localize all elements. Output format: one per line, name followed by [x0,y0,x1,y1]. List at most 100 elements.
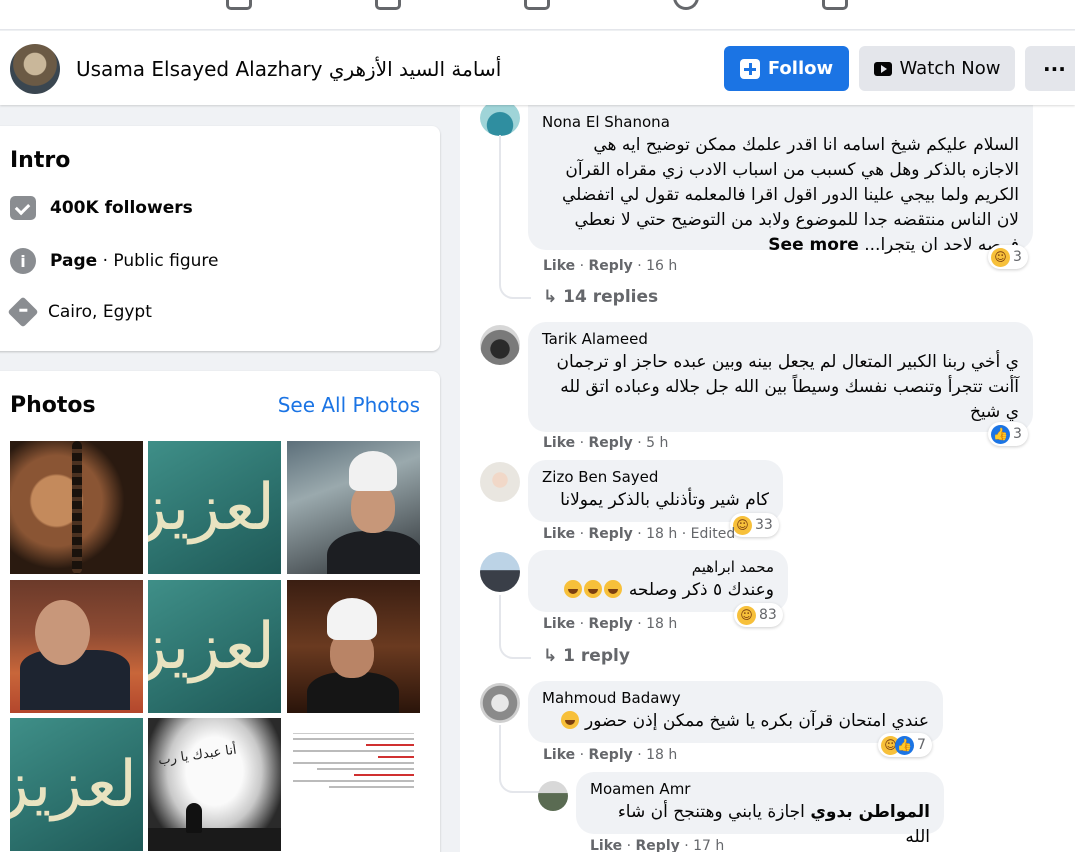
profile-avatar[interactable] [10,44,60,94]
photo-thumbnail[interactable] [10,580,143,713]
commenter-avatar[interactable] [480,325,520,365]
like-reaction-icon: 👍 [991,424,1010,444]
followers-check-icon [10,196,36,220]
comment-actions: Like · Reply · 17 h [590,838,725,852]
like-reaction-icon: 👍 [895,735,914,755]
reply-arrow-icon: ↳ [543,646,558,666]
watch-now-label: Watch Now [899,58,1001,79]
reaction-count[interactable]: ☺ 3 [988,245,1028,269]
intro-page-row: i Page · Public figure [10,248,218,274]
haha-reaction-icon: ☺ [733,515,752,535]
photos-card: Photos See All Photos العزيز العزيز العز… [0,371,440,852]
photo-thumbnail[interactable] [10,441,143,574]
commenter-avatar[interactable] [480,552,520,592]
commenter-avatar[interactable] [480,462,520,502]
comment-bubble: Tarik Alameed ي أخي ربنا الكبير المتعال … [528,322,1033,432]
see-more-link[interactable]: See more [768,235,859,255]
view-replies-link[interactable]: ↳ 1 reply [543,646,630,666]
thread-line [499,595,531,659]
edited-label: Edited [690,526,736,542]
photo-thumbnail[interactable] [287,441,420,574]
photos-title: Photos [10,393,96,418]
like-link[interactable]: Like [543,616,575,632]
like-link[interactable]: Like [590,838,622,852]
haha-reaction-icon: ☺ [737,605,756,625]
laughing-emoji-icon [604,580,623,598]
followers-count[interactable]: 400K followers [50,198,193,218]
comment-actions: Like · Reply · 18 h · Edited [543,526,736,542]
page-category: · Public figure [97,251,219,271]
profile-header: Usama Elsayed Alazhary أسامة السيد الأزه… [0,31,1075,105]
intro-title: Intro [10,148,71,173]
like-link[interactable]: Like [543,526,575,542]
like-link[interactable]: Like [543,258,575,274]
see-all-photos-link[interactable]: See All Photos [278,393,420,417]
comment-text: عندي امتحان قرآن بكره يا شيخ ممكن إذن حض… [542,709,929,734]
photo-thumbnail[interactable]: العزيز [10,718,143,851]
reaction-count[interactable]: ☺ 83 [734,603,783,627]
commenter-name[interactable]: Mahmoud Badawy [542,689,929,707]
calligraphy-text: العزيز [148,609,281,684]
mentioned-user-link[interactable]: المواطن بدوي [810,802,930,822]
home-icon[interactable] [226,0,252,10]
comment-actions: Like · Reply · 18 h [543,616,678,632]
commenter-avatar[interactable] [480,683,520,723]
photo-caption: أنا عبدك يا رب [157,742,238,769]
commenter-avatar[interactable] [538,781,568,811]
photo-thumbnail[interactable] [287,580,420,713]
reply-link[interactable]: Reply [589,616,633,632]
photo-thumbnail[interactable]: أنا عبدك يا رب [148,718,281,851]
marketplace-icon[interactable] [524,0,550,10]
reply-link[interactable]: Reply [589,747,633,763]
comment-text: ي أخي ربنا الكبير المتعال لم يجعل بينه و… [556,352,1019,422]
reaction-count[interactable]: ☺ 33 [730,513,779,537]
comment-text: السلام عليكم شيخ اسامه انا اقدر علمك ممك… [561,135,1019,255]
reply-link[interactable]: Reply [589,258,633,274]
comment-time[interactable]: 18 h [646,616,677,632]
comment-time[interactable]: 17 h [693,838,724,852]
commenter-avatar[interactable] [480,105,520,136]
photo-thumbnail[interactable] [287,718,420,851]
comment-time[interactable]: 5 h [646,435,668,451]
reaction-count[interactable]: 👍 3 [988,422,1028,446]
commenter-name[interactable]: Zizo Ben Sayed [542,468,769,486]
follow-plus-icon [739,58,760,79]
intro-location-row: Cairo, Egypt [7,296,152,328]
comment-text: وعندك ٥ ذكر وصلحه [542,578,774,603]
view-replies-link[interactable]: ↳ 14 replies [543,287,658,307]
comment-time[interactable]: 18 h [646,526,677,542]
follow-button[interactable]: Follow [724,46,849,91]
commenter-name[interactable]: Nona El Shanona [542,113,1019,131]
photo-thumbnail[interactable]: العزيز [148,441,281,574]
reply-link[interactable]: Reply [589,435,633,451]
comment-text: كام شير وتأذنلي بالذكر يمولانا [560,490,769,510]
intro-followers-row: 400K followers [10,196,193,220]
reply-link[interactable]: Reply [589,526,633,542]
comment-actions: Like · Reply · 5 h [543,435,669,451]
like-link[interactable]: Like [543,435,575,451]
like-link[interactable]: Like [543,747,575,763]
video-play-icon [873,61,892,76]
commenter-name[interactable]: Moamen Amr [590,780,930,798]
comment-time[interactable]: 18 h [646,747,677,763]
commenter-name[interactable]: Tarik Alameed [542,330,1019,348]
groups-icon[interactable] [673,0,699,10]
comments-panel: Nona El Shanona السلام عليكم شيخ اسامه ا… [460,105,1075,852]
watch-now-button[interactable]: Watch Now [859,46,1015,91]
commenter-name[interactable]: محمد ابراهيم [542,558,774,576]
follow-label: Follow [767,58,834,79]
reaction-count[interactable]: ☺ 👍 7 [878,733,932,757]
calligraphy-text: العزيز [10,747,143,822]
profile-name[interactable]: Usama Elsayed Alazhary أسامة السيد الأزه… [76,57,501,81]
more-dots-icon: ··· [1043,56,1066,81]
photo-thumbnail[interactable]: العزيز [148,580,281,713]
info-icon: i [10,248,36,274]
watch-icon[interactable] [375,0,401,10]
gaming-icon[interactable] [822,0,848,10]
comment-time[interactable]: 16 h [646,258,677,274]
reply-link[interactable]: Reply [636,838,680,852]
reply-arrow-icon: ↳ [543,287,558,307]
comment-bubble: Mahmoud Badawy عندي امتحان قرآن بكره يا … [528,681,943,743]
laughing-emoji-icon [584,580,603,598]
more-options-button[interactable]: ··· [1025,46,1075,91]
